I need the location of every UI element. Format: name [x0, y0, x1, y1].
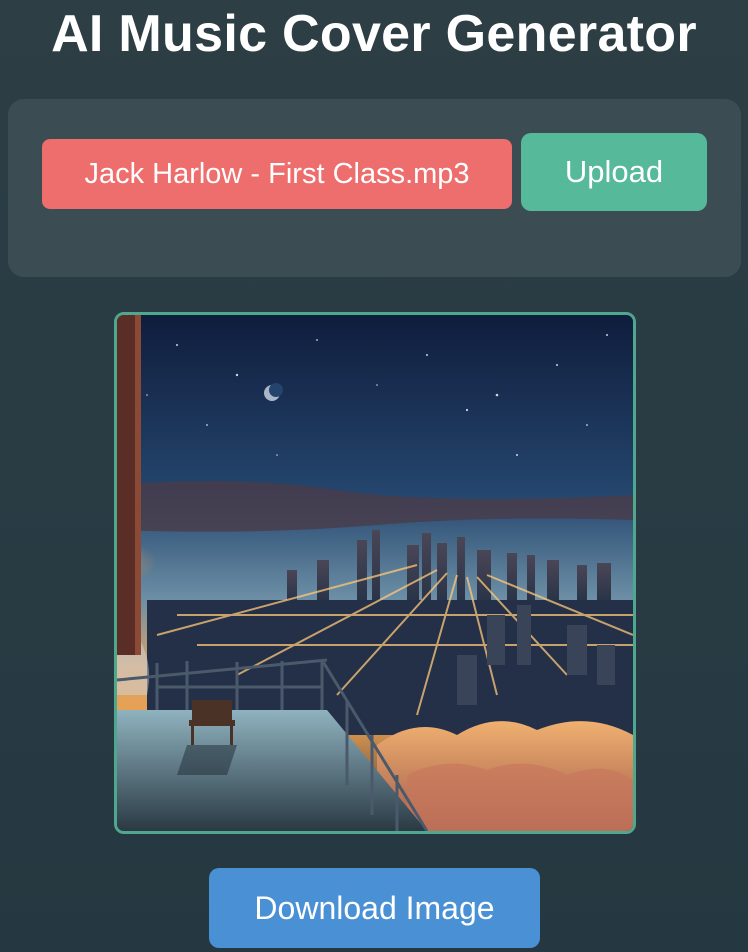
cover-illustration: [117, 315, 633, 831]
upload-button[interactable]: Upload: [521, 133, 707, 211]
selected-file-chip[interactable]: Jack Harlow - First Class.mp3: [42, 139, 512, 209]
download-image-button[interactable]: Download Image: [209, 868, 540, 948]
page-title: AI Music Cover Generator: [51, 5, 697, 63]
generated-cover-image: [114, 312, 636, 834]
